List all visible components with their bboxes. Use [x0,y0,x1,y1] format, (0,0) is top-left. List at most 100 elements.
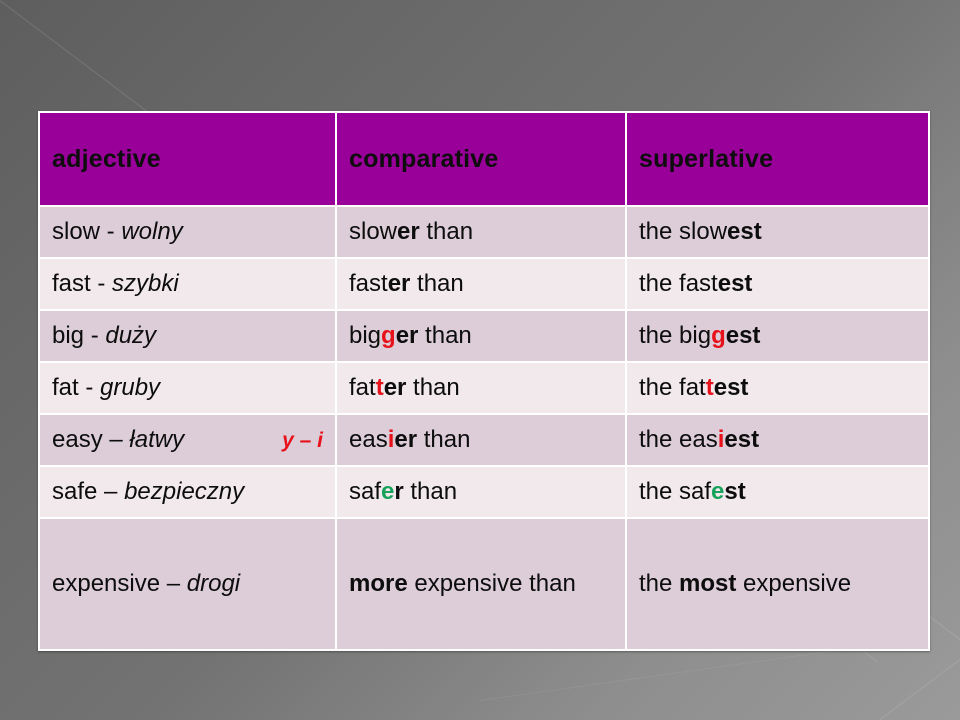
adjective-content: slow - wolny [52,218,323,246]
cell-comparative: safer than [335,465,627,519]
adjective-separator: – [160,569,187,597]
superlative-form-prefix: the [639,321,680,349]
spelling-rule-note: y – i [282,428,323,452]
adjective-content: fat - gruby [52,374,323,402]
table-row: expensive – drogi more expensive than the … [38,517,930,651]
comparative-form-stem: slow [349,217,398,245]
comparative-form: faster than [349,270,613,298]
superlative-form-suffix: est [724,425,760,453]
comparative-form: easier than [349,426,613,454]
adjective-content: easy – łatwy y – i [52,426,323,454]
cell-superlative: the most expensive [625,517,930,651]
superlative-form-prefix: the [639,217,680,245]
cell-superlative: the biggest [625,309,930,363]
comparative-form-stem: fast [349,269,388,297]
comparative-form: slower than [349,218,613,246]
adjective-content: big - duży [52,322,323,350]
comparative-form-suffix: er [383,373,407,401]
superlative-form-stem: big [679,321,712,349]
comparative-form-tail: than [403,477,458,505]
adjective-polish: wolny [121,217,183,245]
table-row: safe – bezpieczny safer than the safest [38,465,930,519]
adjective-english: safe [52,477,98,505]
adjective-separator: – [97,477,125,505]
superlative-form: the slowest [639,218,916,246]
cell-comparative: more expensive than [335,517,627,651]
cell-adjective: big - duży [38,309,337,363]
comparatives-superlatives-table: adjective comparative superlative slow -… [38,111,930,651]
adjective-polish: drogi [186,569,241,597]
comparative-form-tail: than [417,425,471,453]
header-row: adjective comparative superlative [38,111,930,207]
comparative-form-changed-letter: e [381,477,395,505]
superlative-form-prefix: the [639,269,680,297]
table-row: fast - szybki faster than the fastest [38,257,930,311]
superlative-form-changed-letter: g [711,321,726,349]
adjective-separator: - [78,373,101,401]
superlative-form-suffix: est [713,373,749,401]
adjective-english: fast [52,269,91,297]
cell-comparative: fatter than [335,361,627,415]
adjective-content: safe – bezpieczny [52,478,323,506]
comparative-form-tail: than [410,269,464,297]
comparative-form-suffix: er [387,269,411,297]
cell-adjective: fat - gruby [38,361,337,415]
adjective-polish: łatwy [129,425,185,453]
comparative-form-bold-word: more [349,569,408,597]
comparative-form-rest: expensive than [407,569,576,597]
comparative-form-suffix: r [394,477,404,505]
superlative-form: the safest [639,478,916,506]
adjective-pair: slow - wolny [52,218,183,246]
column-header-comparative: comparative [335,111,627,207]
superlative-form-prefix: the [639,569,680,597]
adjective-separator: - [84,321,106,349]
comparative-form: bigger than [349,322,613,350]
adjective-pair: fast - szybki [52,270,179,298]
cell-comparative: easier than [335,413,627,467]
superlative-form-prefix: the [639,425,680,453]
comparative-form-tail: than [419,217,474,245]
comparative-form-stem: big [349,321,382,349]
cell-comparative: faster than [335,257,627,311]
cell-adjective: easy – łatwy y – i [38,413,337,467]
superlative-form-stem: saf [679,477,712,505]
comparative-form-suffix: er [394,425,418,453]
adjective-pair: expensive – drogi [52,570,240,598]
superlative-form-suffix: est [717,269,753,297]
table-row: big - duży bigger than the biggest [38,309,930,363]
adjective-separator: - [100,217,122,245]
cell-superlative: the easiest [625,413,930,467]
superlative-form-changed-letter: t [705,373,714,401]
comparative-form-suffix: er [395,321,419,349]
superlative-form: the biggest [639,322,916,350]
adjective-content: fast - szybki [52,270,323,298]
cell-superlative: the fattest [625,361,930,415]
adjective-polish: duży [105,321,157,349]
superlative-form-rest: expensive [736,569,852,597]
comparative-form: fatter than [349,374,613,402]
adjective-polish: szybki [112,269,179,297]
slide-canvas: adjective comparative superlative slow -… [0,0,960,720]
comparative-form-stem: fat [349,373,376,401]
comparative-form: more expensive than [349,570,613,598]
comparative-form-changed-letter: g [381,321,396,349]
superlative-form-suffix: st [724,477,746,505]
cell-adjective: slow - wolny [38,205,337,259]
cell-adjective: fast - szybki [38,257,337,311]
superlative-form: the fastest [639,270,916,298]
superlative-form-bold-word: most [679,569,737,597]
superlative-form-suffix: est [725,321,761,349]
comparative-form: safer than [349,478,613,506]
cell-superlative: the slowest [625,205,930,259]
superlative-form-prefix: the [639,373,680,401]
table-row: fat - gruby fatter than the fattest [38,361,930,415]
superlative-form-stem: eas [679,425,718,453]
cell-comparative: slower than [335,205,627,259]
adjective-pair: big - duży [52,322,156,350]
cell-adjective: expensive – drogi [38,517,337,651]
comparative-form-stem: eas [349,425,388,453]
adjective-separator: – [102,425,130,453]
superlative-form-prefix: the [639,477,680,505]
adjective-pair: fat - gruby [52,374,160,402]
superlative-form: the fattest [639,374,916,402]
